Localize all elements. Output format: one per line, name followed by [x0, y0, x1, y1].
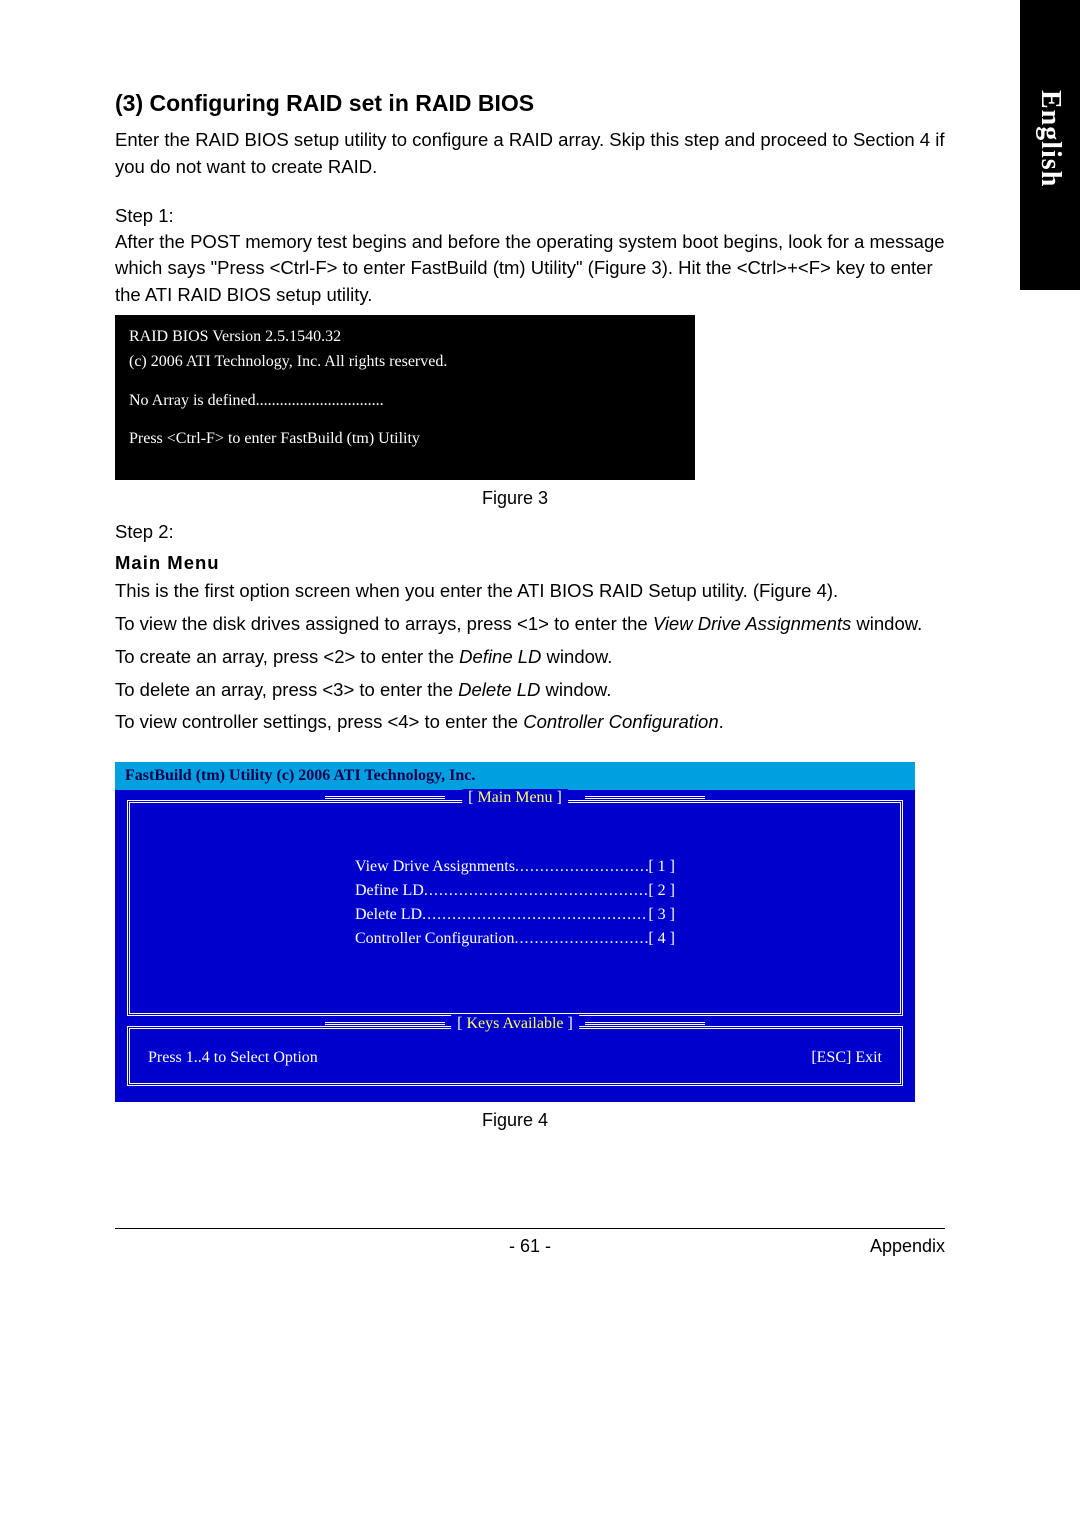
mm-line2-b: window. [851, 613, 922, 634]
keys-right: [ESC] Exit [811, 1049, 882, 1067]
mm-line5-i: Controller Configuration [523, 711, 718, 732]
mm-line3-i: Define LD [459, 646, 541, 667]
page-footer: - 61 - Appendix [115, 1236, 945, 1257]
mm-line5-b: . [719, 711, 724, 732]
figure3-screen: RAID BIOS Version 2.5.1540.32 (c) 2006 A… [115, 315, 695, 480]
step1-text: After the POST memory test begins and be… [115, 229, 945, 309]
mm-line2: To view the disk drives assigned to arra… [115, 611, 945, 638]
mm-line4: To delete an array, press <3> to enter t… [115, 677, 945, 704]
keys-left: Press 1..4 to Select Option [148, 1049, 318, 1067]
step2-label: Step 2: [115, 519, 945, 546]
mm-line2-a: To view the disk drives assigned to arra… [115, 613, 653, 634]
intro-paragraph: Enter the RAID BIOS setup utility to con… [115, 127, 945, 181]
mm-line4-a: To delete an array, press <3> to enter t… [115, 679, 458, 700]
fig4-main-menu-box: Main Menu View Drive Assignments .......… [127, 800, 903, 1016]
fig4-main-menu-label: Main Menu [462, 789, 568, 807]
menu-item-key: [ 3 ] [648, 906, 675, 924]
footer-rule [115, 1228, 945, 1229]
menu-item: View Drive Assignments .................… [132, 855, 898, 879]
mm-line5-a: To view controller settings, press <4> t… [115, 711, 523, 732]
figure4-screen: FastBuild (tm) Utility (c) 2006 ATI Tech… [115, 762, 915, 1102]
fig4-menu-list: View Drive Assignments .................… [132, 805, 898, 1011]
menu-item: Delete LD ..............................… [132, 903, 898, 927]
main-menu-heading: Main Menu [115, 552, 945, 574]
fig4-header: FastBuild (tm) Utility (c) 2006 ATI Tech… [115, 762, 915, 790]
page-number: - 61 - [509, 1236, 551, 1257]
language-tab-label: English [1034, 90, 1066, 187]
fig3-line4: Press <Ctrl-F> to enter FastBuild (tm) U… [129, 427, 681, 452]
mm-line5: To view controller settings, press <4> t… [115, 709, 945, 736]
mm-line3-b: window. [541, 646, 612, 667]
fig3-line2: (c) 2006 ATI Technology, Inc. All rights… [129, 350, 681, 375]
menu-item-label: Define LD [355, 882, 424, 900]
menu-item-key: [ 1 ] [648, 858, 675, 876]
mm-line2-i: View Drive Assignments [653, 613, 851, 634]
fig3-line3: No Array is defined.....................… [129, 389, 681, 414]
section-title: (3) Configuring RAID set in RAID BIOS [115, 90, 945, 117]
mm-line4-b: window. [540, 679, 611, 700]
fig4-keys-label: Keys Available [451, 1015, 579, 1033]
fig4-keys-box: Keys Available Press 1..4 to Select Opti… [127, 1026, 903, 1086]
mm-line1: This is the first option screen when you… [115, 578, 945, 605]
menu-item: Controller Configuration ...............… [132, 927, 898, 951]
footer-section: Appendix [870, 1236, 945, 1257]
menu-item-label: Controller Configuration [355, 930, 515, 948]
mm-line3: To create an array, press <2> to enter t… [115, 644, 945, 671]
mm-line4-i: Delete LD [458, 679, 540, 700]
page-content: (3) Configuring RAID set in RAID BIOS En… [115, 90, 945, 1141]
mm-line3-a: To create an array, press <2> to enter t… [115, 646, 459, 667]
language-tab: English [1020, 0, 1080, 290]
menu-item: Define LD ..............................… [132, 879, 898, 903]
fig3-line1: RAID BIOS Version 2.5.1540.32 [129, 325, 681, 350]
menu-item-key: [ 2 ] [648, 882, 675, 900]
figure3-caption: Figure 3 [115, 488, 915, 509]
menu-item-key: [ 4 ] [648, 930, 675, 948]
figure4-caption: Figure 4 [115, 1110, 915, 1131]
step1-label: Step 1: [115, 205, 945, 227]
menu-item-label: View Drive Assignments [355, 858, 515, 876]
menu-item-label: Delete LD [355, 906, 422, 924]
